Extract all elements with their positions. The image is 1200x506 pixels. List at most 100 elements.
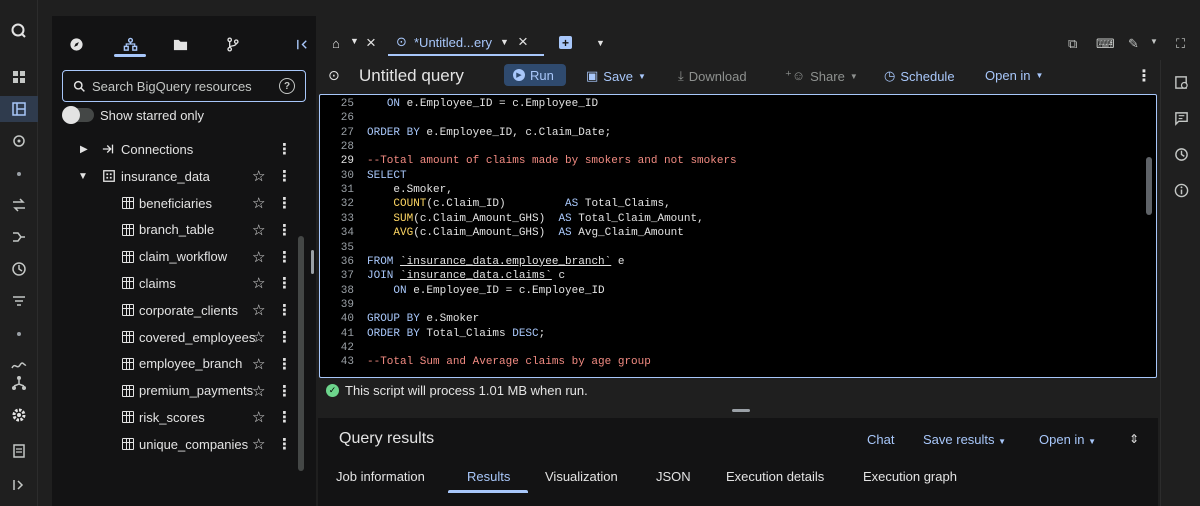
tree-row-table[interactable]: beneficiaries ☆ ⋮ [52, 190, 292, 216]
more-vert-icon[interactable]: ⋮ [277, 274, 292, 292]
download-button[interactable]: ⤓ Download [678, 68, 747, 84]
open-in-button[interactable]: Open in ▼ [985, 68, 1043, 83]
more-vert-icon[interactable]: ⋮ [277, 221, 292, 239]
query-tab-dropdown-icon[interactable]: ▼ [500, 37, 509, 47]
results-open-in-button[interactable]: Open in ▼ [1039, 432, 1096, 447]
more-vert-icon[interactable]: ⋮ [277, 194, 292, 212]
show-starred-toggle-row[interactable]: Show starred only [62, 105, 204, 125]
chevron-down-icon[interactable]: ▼ [78, 171, 88, 182]
star-icon[interactable]: ☆ [252, 355, 265, 373]
home-tab-dropdown-icon[interactable]: ▼ [350, 36, 359, 46]
more-vert-icon[interactable]: ⋮ [277, 301, 292, 319]
search-icon[interactable] [0, 128, 38, 154]
star-icon[interactable]: ☆ [252, 301, 265, 319]
brush-icon[interactable]: ✎ [1128, 36, 1139, 52]
line-number: 31 [340, 184, 354, 197]
editor-scrollbar[interactable] [1146, 157, 1152, 215]
pipelines-icon[interactable] [0, 224, 38, 250]
run-button[interactable]: ▶ Run [504, 64, 566, 86]
tree-row-dataset[interactable]: ▼ insurance_data ☆ ⋮ [52, 163, 292, 189]
star-icon[interactable]: ☆ [252, 194, 265, 212]
more-vert-icon[interactable]: ⋮ [277, 167, 292, 185]
info-icon[interactable] [1173, 182, 1189, 198]
star-icon[interactable]: ☆ [252, 274, 265, 292]
new-tab-plus-icon[interactable]: + [559, 36, 572, 50]
panel-resize-handle[interactable] [311, 250, 314, 274]
close-tab-icon[interactable]: × [366, 33, 376, 53]
results-tab[interactable]: Results [467, 469, 510, 484]
transfers-icon[interactable] [0, 192, 38, 218]
explorer-scrollbar[interactable] [298, 236, 304, 471]
tree-row-table[interactable]: branch_table ☆ ⋮ [52, 217, 292, 243]
version-history-icon[interactable] [1173, 146, 1189, 162]
star-icon[interactable]: ☆ [252, 382, 265, 400]
more-vert-icon[interactable]: ⋮ [277, 408, 292, 426]
comment-icon[interactable] [1173, 110, 1189, 126]
save-button[interactable]: ▣ Save ▼ [586, 68, 646, 84]
compass-icon[interactable] [64, 32, 88, 56]
search-input[interactable] [92, 78, 282, 94]
star-icon[interactable]: ☆ [252, 435, 265, 453]
tree-row-table[interactable]: claims ☆ ⋮ [52, 270, 292, 296]
tab-list-dropdown-icon[interactable]: ▼ [596, 38, 605, 48]
star-icon[interactable]: ☆ [252, 167, 265, 185]
chevron-right-icon[interactable]: ▶ [80, 144, 88, 155]
more-vert-icon[interactable]: ⋮ [1136, 66, 1152, 86]
explorer-tab-icon[interactable] [118, 32, 142, 56]
share-button[interactable]: ⁺☺ Share ▼ [785, 68, 858, 84]
results-tab[interactable]: Job information [336, 469, 425, 484]
more-vert-icon[interactable]: ⋮ [277, 248, 292, 266]
tree-row-table[interactable]: claim_workflow ☆ ⋮ [52, 244, 292, 270]
more-vert-icon[interactable]: ⋮ [277, 435, 292, 453]
bigquery-logo-icon[interactable] [0, 18, 38, 44]
job-info-icon[interactable] [1173, 74, 1189, 90]
search-resources-box[interactable]: ? [62, 70, 306, 102]
query-title[interactable]: Untitled query [359, 66, 464, 86]
tree-row-table[interactable]: corporate_clients ☆ ⋮ [52, 297, 292, 323]
more-vert-icon[interactable]: ⋮ [277, 140, 292, 158]
folder-icon[interactable] [168, 32, 192, 56]
schedule-button[interactable]: ◷ Schedule [884, 68, 955, 84]
keyboard-icon[interactable]: ⌨ [1096, 36, 1115, 52]
more-vert-icon[interactable]: ⋮ [277, 328, 292, 346]
star-icon[interactable]: ☆ [252, 248, 265, 266]
release-notes-icon[interactable] [0, 438, 38, 464]
expand-menu-icon[interactable] [0, 472, 38, 498]
more-vert-icon[interactable]: ⋮ [277, 355, 292, 373]
chat-button[interactable]: Chat [867, 432, 894, 447]
results-tab[interactable]: Execution details [726, 469, 824, 484]
settings-gear-icon[interactable] [0, 402, 38, 428]
sql-editor[interactable]: 25 ON e.Employee_ID = c.Employee_ID 26 27 O… [319, 94, 1157, 378]
fullscreen-icon[interactable]: ⛶ [1176, 36, 1185, 52]
star-icon[interactable]: ☆ [252, 328, 265, 346]
hierarchy-icon[interactable] [0, 370, 38, 396]
tree-row-table[interactable]: premium_payments ☆ ⋮ [52, 378, 292, 404]
studio-icon[interactable] [0, 96, 38, 122]
results-resize-handle[interactable] [732, 409, 750, 412]
save-results-button[interactable]: Save results ▼ [923, 432, 1006, 447]
results-tab[interactable]: Visualization [545, 469, 618, 484]
results-tab[interactable]: Execution graph [863, 469, 957, 484]
collapse-panel-icon[interactable] [290, 32, 314, 56]
tree-row-table[interactable]: risk_scores ☆ ⋮ [52, 404, 292, 430]
help-icon[interactable]: ? [279, 78, 295, 94]
history-icon[interactable] [0, 256, 38, 282]
results-tab[interactable]: JSON [656, 469, 691, 484]
tree-row-table[interactable]: employee_branch ☆ ⋮ [52, 351, 292, 377]
starred-toggle[interactable] [62, 106, 94, 124]
compose-query-icon[interactable]: ⧉ [1068, 36, 1077, 52]
tab-untitled-query[interactable]: ⊙ *Untitled...ery ▼ × [388, 18, 544, 56]
star-icon[interactable]: ☆ [252, 408, 265, 426]
close-query-tab-icon[interactable]: × [518, 32, 528, 52]
dashboard-icon[interactable] [0, 64, 38, 90]
expand-collapse-icon[interactable]: ⇕ [1129, 432, 1139, 446]
brush-dropdown-icon[interactable]: ▼ [1150, 37, 1158, 46]
home-icon[interactable]: ⌂ [332, 36, 340, 51]
more-vert-icon[interactable]: ⋮ [277, 382, 292, 400]
tree-row-table[interactable]: unique_companies ☆ ⋮ [52, 431, 292, 457]
tree-row-table[interactable]: covered_employees ☆ ⋮ [52, 324, 292, 350]
repository-icon[interactable] [220, 32, 244, 56]
tree-row-connections[interactable]: ▶ Connections ⋮ [52, 136, 292, 162]
list-filter-icon[interactable] [0, 288, 38, 314]
star-icon[interactable]: ☆ [252, 221, 265, 239]
